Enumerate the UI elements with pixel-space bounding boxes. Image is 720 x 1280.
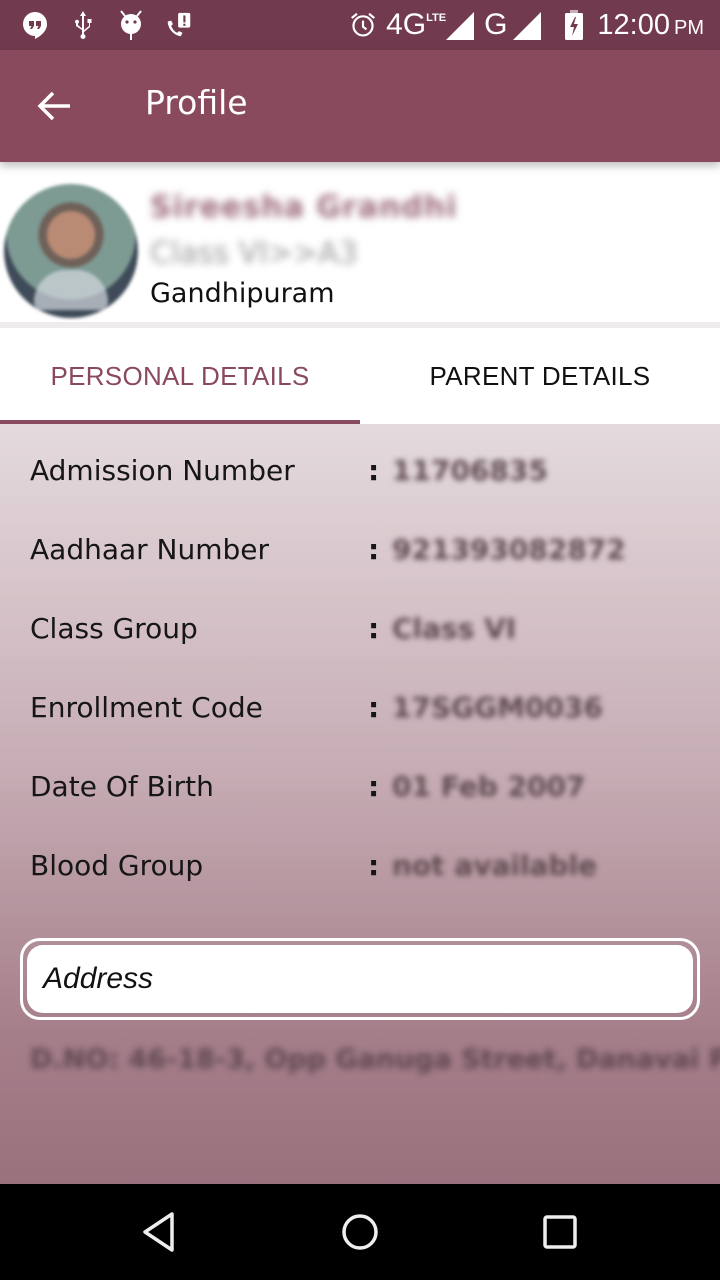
detail-value: 921393082872: [392, 533, 626, 566]
detail-separator: :: [368, 612, 380, 645]
address-header: Address: [20, 938, 700, 1020]
nav-recents-icon: [543, 1215, 577, 1249]
student-location: Gandhipuram: [150, 278, 335, 309]
nav-home-button[interactable]: [330, 1206, 390, 1258]
detail-value: not available: [392, 849, 598, 882]
lte-badge: LTE: [426, 12, 447, 24]
signal-icon-secondary: [513, 12, 542, 40]
detail-label: Enrollment Code: [30, 691, 263, 724]
nav-back-button[interactable]: [130, 1206, 190, 1258]
student-name: Sireesha Grandhi: [150, 190, 458, 225]
arrow-back-icon: [37, 91, 70, 121]
detail-row-class-group: Class Group : Class VI: [0, 602, 720, 662]
signal-icon: [446, 12, 475, 40]
detail-value: 17SGGM0036: [392, 691, 603, 724]
detail-label: Class Group: [30, 612, 198, 645]
network-g-indicator: G: [484, 8, 542, 42]
clock: 12:00 PM: [597, 9, 704, 42]
detail-row-date-of-birth: Date Of Birth : 01 Feb 2007: [0, 760, 720, 820]
battery-charging-icon: [561, 10, 587, 40]
hangouts-icon: [22, 12, 48, 39]
personal-details-panel: Admission Number : 11706835 Aadhaar Numb…: [0, 424, 720, 1184]
page-title: Profile: [145, 83, 248, 122]
profile-header: Sireesha Grandhi Class VI>>A3 Gandhipura…: [0, 170, 720, 322]
network-secondary-label: G: [484, 8, 508, 41]
network-type-label: 4G: [386, 8, 427, 41]
detail-label: Date Of Birth: [30, 770, 214, 803]
tab-parent-details[interactable]: PARENT DETAILS: [360, 328, 720, 424]
detail-value: 01 Feb 2007: [392, 770, 586, 803]
detail-row-enrollment-code: Enrollment Code : 17SGGM0036: [0, 681, 720, 741]
back-button[interactable]: [28, 80, 80, 132]
nav-back-icon: [143, 1212, 174, 1252]
nav-recents-button[interactable]: [530, 1206, 590, 1258]
tab-bar: PERSONAL DETAILS PARENT DETAILS: [0, 328, 720, 424]
detail-label: Blood Group: [30, 849, 204, 882]
nav-home-icon: [342, 1214, 378, 1250]
system-nav-bar: [0, 1184, 720, 1280]
address-label: Address: [27, 945, 693, 1013]
detail-separator: :: [368, 533, 380, 566]
detail-row-admission-number: Admission Number : 11706835: [0, 444, 720, 504]
tab-personal-details[interactable]: PERSONAL DETAILS: [0, 328, 360, 424]
usb-icon: [70, 11, 96, 39]
detail-separator: :: [368, 849, 380, 882]
detail-separator: :: [368, 770, 380, 803]
address-value: D.NO: 46-18-3, Opp Ganuga Street, Danava…: [30, 1044, 720, 1075]
detail-row-aadhaar-number: Aadhaar Number : 921393082872: [0, 523, 720, 583]
detail-separator: :: [368, 691, 380, 724]
detail-label: Admission Number: [30, 454, 295, 487]
call-alert-icon: [166, 12, 192, 38]
detail-value: Class VI: [392, 612, 517, 645]
network-4g-indicator: 4G LTE: [386, 8, 475, 42]
status-bar: 4G LTE G 12:00 PM: [0, 0, 720, 50]
detail-label: Aadhaar Number: [30, 533, 270, 566]
clock-ampm: PM: [674, 16, 704, 39]
alarm-icon: [350, 12, 376, 38]
student-class: Class VI>>A3: [150, 236, 358, 271]
detail-separator: :: [368, 454, 380, 487]
clock-time: 12:00: [597, 8, 670, 41]
avatar: [4, 184, 138, 318]
detail-value: 11706835: [392, 454, 548, 487]
detail-row-blood-group: Blood Group : not available: [0, 839, 720, 899]
app-bar: Profile: [0, 50, 720, 162]
android-debug-icon: [118, 10, 144, 40]
